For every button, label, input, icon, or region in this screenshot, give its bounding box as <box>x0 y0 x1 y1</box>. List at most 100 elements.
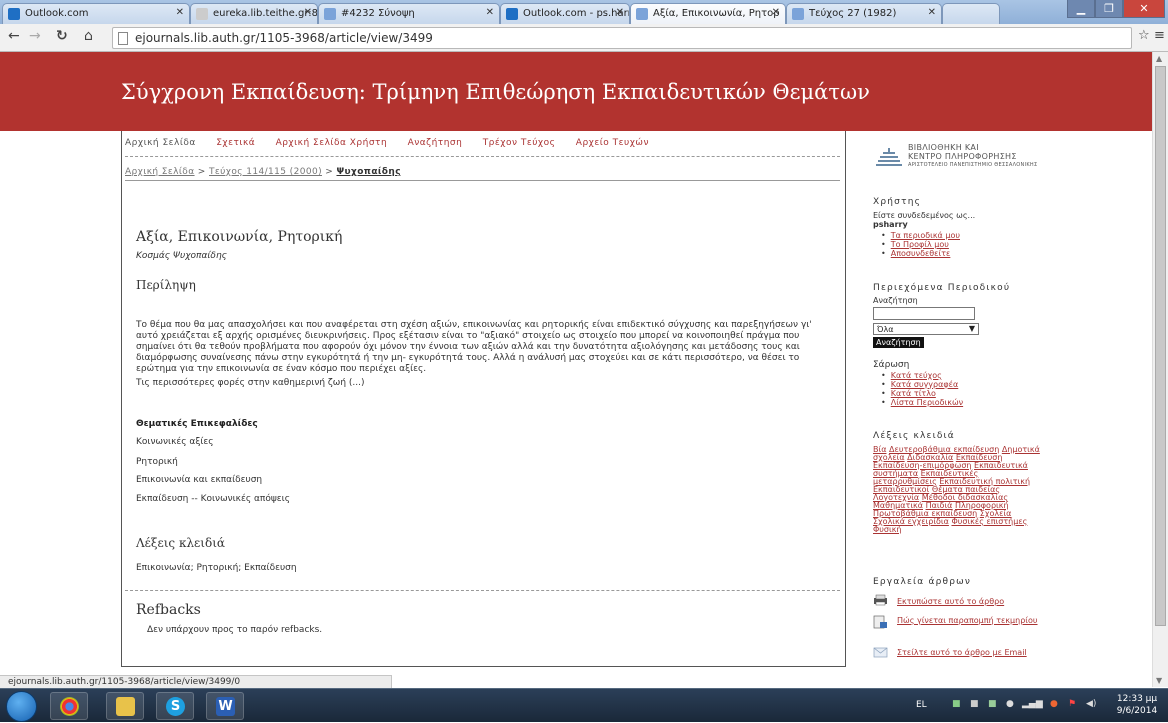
printer-icon <box>874 594 887 606</box>
close-icon[interactable]: ✕ <box>486 7 494 18</box>
language-indicator[interactable]: EL <box>916 700 927 710</box>
flag-icon[interactable]: ⚑ <box>1068 699 1076 709</box>
page-icon <box>792 8 804 20</box>
tab-title: #4232 Σύνοψη <box>341 8 415 19</box>
nav-search[interactable]: Αναζήτηση <box>408 138 463 148</box>
print-article-link[interactable]: Εκτυπώστε αυτό το άρθρο <box>897 597 1004 606</box>
logo-line: ΒΙΒΛΙΟΘΗΚΗ ΚΑΙ <box>908 143 979 152</box>
logout-link[interactable]: Αποσυνδεθείτε <box>891 249 951 258</box>
abstract-heading: Περίληψη <box>136 278 196 292</box>
nav-archives[interactable]: Αρχείο Τευχών <box>576 138 649 148</box>
search-scope-select[interactable]: Όλα ▼ <box>873 323 979 335</box>
keyword-link[interactable]: Φυσικές επιστήμες <box>951 517 1027 526</box>
signal-icon[interactable]: ▂▄▆ <box>1022 699 1043 709</box>
outlook-icon <box>8 8 20 20</box>
keyword-link[interactable]: Φυσική <box>873 525 902 534</box>
main-content: Αρχική Σελίδα Σχετικά Αρχική Σελίδα Χρήσ… <box>121 131 846 667</box>
taskbar-chrome[interactable] <box>50 692 88 720</box>
tray-app-icon[interactable]: ■ <box>988 699 997 709</box>
back-arrow-icon[interactable]: ← <box>8 28 20 44</box>
library-logo[interactable]: ΒΙΒΛΙΟΘΗΚΗ ΚΑΙ ΚΕΝΤΡΟ ΠΛΗΡΟΦΟΡΗΣΗΣ ΑΡΙΣΤ… <box>874 143 1094 171</box>
close-icon[interactable]: ✕ <box>304 7 312 18</box>
subject-item: Επικοινωνία και εκπαίδευση <box>136 475 263 485</box>
tray-app-icon[interactable]: ● <box>1050 699 1058 709</box>
close-window-button[interactable]: ✕ <box>1123 0 1165 18</box>
folder-icon <box>116 697 135 716</box>
divider <box>125 590 840 591</box>
start-button[interactable] <box>6 691 37 722</box>
tray-app-icon[interactable]: ■ <box>970 699 979 709</box>
taskbar-skype[interactable]: S <box>156 692 194 720</box>
maximize-button[interactable]: ❐ <box>1095 0 1123 18</box>
search-button[interactable]: Αναζήτηση <box>873 337 924 348</box>
my-journals-link[interactable]: Τα περιοδικά μου <box>891 231 960 240</box>
home-icon[interactable]: ⌂ <box>84 28 93 44</box>
logo-line: ΑΡΙΣΤΟΤΕΛΕΙΟ ΠΑΝΕΠΙΣΤΗΜΙΟ ΘΕΣΣΑΛΟΝΙΚΗΣ <box>908 162 1038 168</box>
windows-taskbar: S W EL ■ ■ ■ ● ▂▄▆ ● ⚑ ◀) 12:33 μμ 9/6/2… <box>0 688 1168 722</box>
scrollbar-thumb[interactable] <box>1155 66 1166 626</box>
close-icon[interactable]: ✕ <box>176 7 184 18</box>
forward-arrow-icon[interactable]: → <box>29 28 41 44</box>
breadcrumb-home[interactable]: Αρχική Σελίδα <box>125 167 195 177</box>
nav-home[interactable]: Αρχική Σελίδα <box>125 138 196 148</box>
breadcrumb-issue[interactable]: Τεύχος 114/115 (2000) <box>209 167 322 177</box>
browser-toolbar: ← → ↻ ⌂ ejournals.lib.auth.gr/1105-3968/… <box>0 24 1168 52</box>
close-icon[interactable]: ✕ <box>772 7 780 18</box>
subject-item: Ρητορική <box>136 457 178 467</box>
cite-article-link[interactable]: Πώς γίνεται παραπομπή τεκμηρίου <box>897 616 1038 625</box>
search-input[interactable] <box>873 307 975 320</box>
outlook-icon <box>506 8 518 20</box>
tab-eureka[interactable]: eureka.lib.teithe.gr:8080/b ✕ <box>190 3 318 24</box>
tab-outlook[interactable]: Outlook.com ✕ <box>2 3 190 24</box>
sidebar: ΒΙΒΛΙΟΘΗΚΗ ΚΑΙ ΚΕΝΤΡΟ ΠΛΗΡΟΦΟΡΗΣΗΣ ΑΡΙΣΤ… <box>846 131 1152 687</box>
email-article-link[interactable]: Στείλτε αυτό το άρθρο με Email <box>897 648 1027 657</box>
nav-current-issue[interactable]: Τρέχον Τεύχος <box>483 138 556 148</box>
refbacks-heading: Refbacks <box>136 602 201 618</box>
browse-by-author-link[interactable]: Κατά συγγραφέα <box>891 380 959 389</box>
tab-summary[interactable]: #4232 Σύνοψη ✕ <box>318 3 500 24</box>
citation-icon <box>873 615 887 629</box>
close-icon[interactable]: ✕ <box>928 7 936 18</box>
reload-icon[interactable]: ↻ <box>56 28 68 44</box>
browse-by-title-link[interactable]: Κατά τίτλο <box>891 389 936 398</box>
tab-article[interactable]: Αξία, Επικοινωνία, Ρητορ ✕ <box>630 3 786 24</box>
bookmark-star-icon[interactable]: ☆ <box>1138 28 1150 43</box>
nav-user-home[interactable]: Αρχική Σελίδα Χρήστη <box>276 138 388 148</box>
close-icon[interactable]: ✕ <box>616 7 624 18</box>
username: psharry <box>873 220 908 229</box>
user-links: Τα περιοδικά μου Το Προφίλ μου Αποσυνδεθ… <box>881 231 960 258</box>
tray-app-icon[interactable]: ■ <box>952 699 961 709</box>
subjects-heading: Θεματικές Επικεφαλίδες <box>136 419 258 429</box>
article-authors: Κοσμάς Ψυχοπαίδης <box>136 251 227 261</box>
breadcrumb: Αρχική Σελίδα > Τεύχος 114/115 (2000) > … <box>125 167 840 181</box>
tab-outlook-mail[interactable]: Outlook.com - ps.harry@ ✕ <box>500 3 630 24</box>
tab-issue[interactable]: Τεύχος 27 (1982) ✕ <box>786 3 942 24</box>
taskbar-explorer[interactable] <box>106 692 144 720</box>
clock[interactable]: 12:33 μμ 9/6/2014 <box>1112 693 1162 717</box>
refbacks-text: Δεν υπάρχουν προς το παρόν refbacks. <box>147 625 323 635</box>
my-profile-link[interactable]: Το Προφίλ μου <box>891 240 949 249</box>
abstract-text: Το θέμα που θα μας απασχολήσει και που α… <box>136 320 812 374</box>
breadcrumb-current[interactable]: Ψυχοπαίδης <box>336 167 400 177</box>
url-text: ejournals.lib.auth.gr/1105-3968/article/… <box>135 31 433 45</box>
clock-date: 9/6/2014 <box>1116 706 1158 716</box>
status-bar: ejournals.lib.auth.gr/1105-3968/article/… <box>0 675 392 688</box>
new-tab-button[interactable] <box>942 3 1000 24</box>
browse-by-issue-link[interactable]: Κατά τεύχος <box>891 371 942 380</box>
address-bar[interactable]: ejournals.lib.auth.gr/1105-3968/article/… <box>112 27 1132 49</box>
library-logo-icon <box>876 148 902 166</box>
taskbar-word[interactable]: W <box>206 692 244 720</box>
nav-about[interactable]: Σχετικά <box>216 138 255 148</box>
browse-links: Κατά τεύχος Κατά συγγραφέα Κατά τίτλο Λί… <box>881 371 963 407</box>
article-title: Αξία, Επικοινωνία, Ρητορική <box>136 229 343 245</box>
keywords-text: Επικοινωνία; Ρητορική; Εκπαίδευση <box>136 563 297 573</box>
minimize-button[interactable]: ▁ <box>1067 0 1095 18</box>
scroll-up-icon[interactable]: ▲ <box>1156 54 1162 63</box>
scroll-down-icon[interactable]: ▼ <box>1156 676 1162 685</box>
volume-icon[interactable]: ◀) <box>1086 699 1096 709</box>
journal-list-link[interactable]: Λίστα Περιοδικών <box>891 398 963 407</box>
tray-app-icon[interactable]: ● <box>1006 699 1014 709</box>
keyword-cloud: Βία Δευτεροβάθμια εκπαίδευση Δημοτικά σχ… <box>873 446 1043 534</box>
vertical-scrollbar[interactable]: ▲ ▼ <box>1152 52 1168 687</box>
menu-icon[interactable]: ≡ <box>1154 28 1165 43</box>
